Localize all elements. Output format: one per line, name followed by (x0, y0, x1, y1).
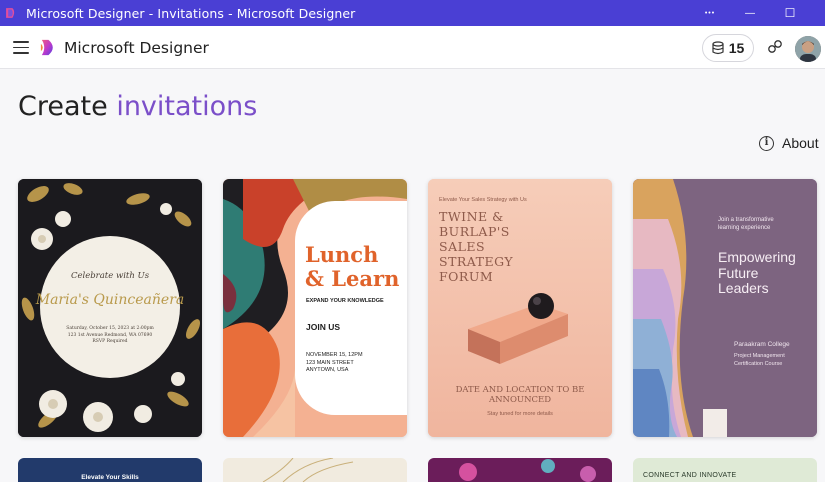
menu-icon[interactable] (13, 41, 29, 54)
botanical-image (262, 458, 354, 482)
coins-icon (712, 41, 724, 55)
card-title: Lunch & Learn (305, 242, 400, 291)
about-button[interactable]: i About (759, 135, 819, 151)
avatar[interactable] (795, 36, 821, 62)
more-icon: ••• (704, 9, 716, 17)
minimize-icon: — (745, 7, 755, 19)
card-course: Project Management Certification Course (734, 353, 785, 367)
template-card-connect[interactable]: CONNECT AND INNOVATE (633, 458, 817, 482)
card-details: Saturday, October 15, 2023 at 2:00pm 123… (66, 326, 154, 344)
card-title: CONNECT AND INNOVATE (643, 472, 737, 479)
window-title-bar: Microsoft Designer - Invitations - Micro… (0, 0, 825, 26)
page-title-accent: invitations (116, 91, 258, 122)
card-title: TWINE & BURLAP'S SALES STRATEGY FORUM (439, 209, 514, 284)
card-title: Maria's Quinceañera (35, 292, 185, 308)
window-title: Microsoft Designer - Invitations - Micro… (26, 5, 356, 21)
card-footer: DATE AND LOCATION TO BE ANNOUNCED (455, 385, 585, 405)
card-kicker: Join a transformative learning experienc… (718, 217, 774, 231)
info-icon: i (759, 135, 774, 151)
card-note: Stay tuned for more details (487, 411, 553, 417)
more-options-button[interactable]: ••• (690, 0, 730, 26)
card-cta: JOIN US (306, 322, 341, 332)
minimize-button[interactable]: — (730, 0, 770, 26)
card-kicker: Elevate Your Sales Strategy with Us (439, 197, 527, 203)
designer-logo-icon (40, 39, 53, 56)
maximize-icon: ☐ (784, 6, 796, 20)
credits-count: 15 (728, 40, 745, 56)
card-subtitle: EXPAND YOUR KNOWLEDGE (306, 298, 384, 304)
template-card-sales-forum[interactable]: Elevate Your Sales Strategy with Us TWIN… (428, 179, 612, 437)
card-college: Paraakram College (734, 341, 790, 348)
template-card-leaders[interactable]: Join a transformative learning experienc… (633, 179, 817, 437)
card-white-panel (295, 201, 407, 415)
share-icon[interactable] (766, 38, 784, 56)
maximize-button[interactable]: ☐ (770, 0, 810, 26)
template-card-skills[interactable]: Elevate Your Skills (18, 458, 202, 482)
template-card-fireworks[interactable] (428, 458, 612, 482)
template-card-botanical[interactable] (223, 458, 407, 482)
app-header: Microsoft Designer 15 (0, 26, 825, 69)
designer-app-icon (6, 8, 15, 18)
page-title-prefix: Create (18, 91, 108, 122)
brand-name: Microsoft Designer (64, 39, 209, 57)
template-card-quinceanera[interactable]: Celebrate with Us Maria's Quinceañera Sa… (18, 179, 202, 437)
template-card-lunch-learn[interactable]: Lunch & Learn EXPAND YOUR KNOWLEDGE JOIN… (223, 179, 407, 437)
credits-button[interactable]: 15 (702, 34, 754, 62)
card-details: NOVEMBER 15, 12PM 123 MAIN STREET ANYTOW… (306, 352, 363, 373)
card-title: Elevate Your Skills (81, 474, 139, 481)
card-title: Empowering Future Leaders (718, 249, 796, 296)
fireworks-image (459, 459, 596, 482)
page-title: Create invitations (18, 91, 257, 122)
card-text: Celebrate with Us (70, 271, 150, 281)
about-label: About (782, 135, 819, 151)
